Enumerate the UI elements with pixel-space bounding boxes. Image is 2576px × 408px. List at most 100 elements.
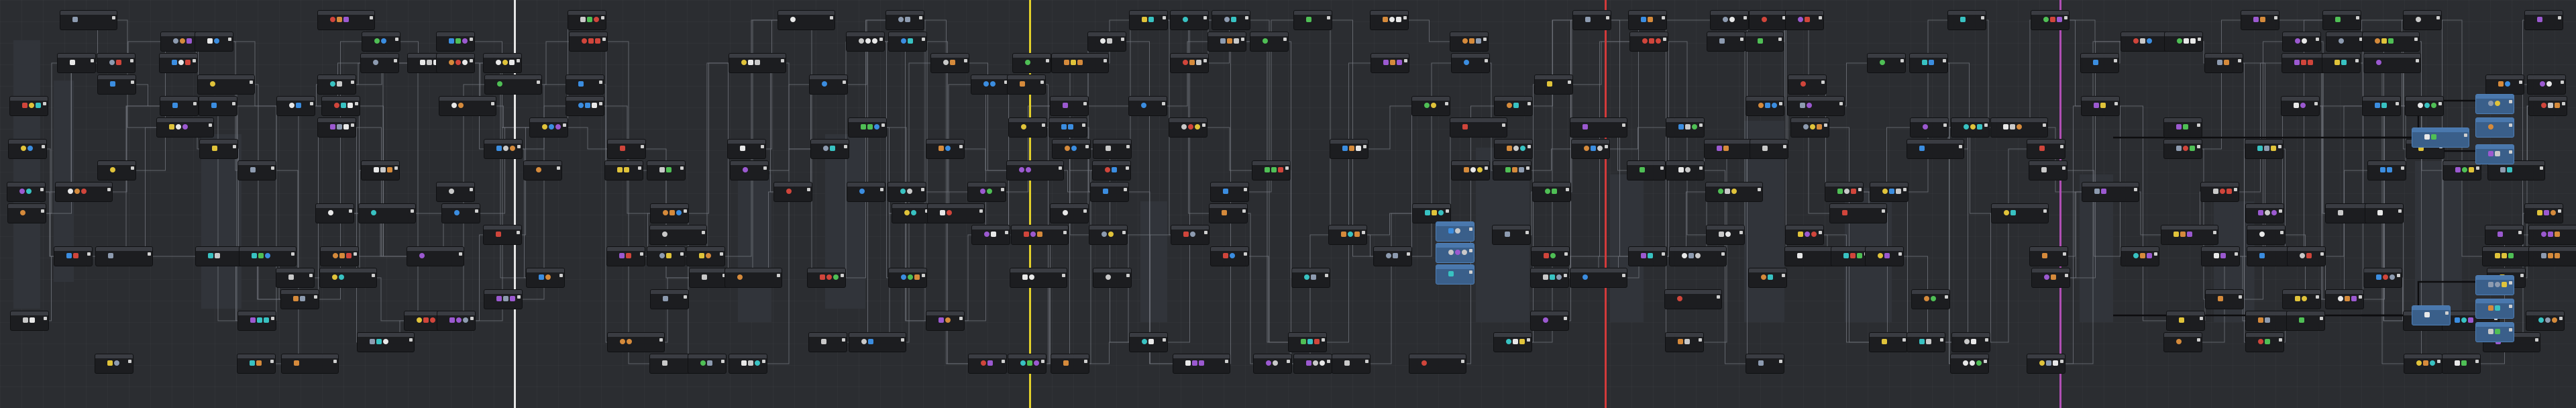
- tech-node[interactable]: [2325, 289, 2364, 309]
- tech-node[interactable]: [926, 311, 965, 331]
- tech-node[interactable]: [1411, 96, 1450, 116]
- tech-node[interactable]: [2442, 354, 2481, 374]
- tech-node[interactable]: [1051, 53, 1109, 73]
- tech-node[interactable]: [1093, 268, 1132, 288]
- tech-node[interactable]: [237, 354, 276, 374]
- tech-node[interactable]: [1785, 225, 1824, 245]
- tech-node[interactable]: [1092, 160, 1131, 181]
- tech-node[interactable]: [1050, 96, 1089, 116]
- tech-node[interactable]: [2475, 275, 2514, 295]
- tech-node[interactable]: [2362, 32, 2420, 52]
- tech-node[interactable]: [362, 32, 400, 52]
- tech-node[interactable]: [361, 160, 400, 181]
- tech-node[interactable]: [1288, 332, 1327, 352]
- tech-node[interactable]: [2245, 139, 2284, 159]
- tech-node[interactable]: [1051, 354, 1089, 374]
- tech-node[interactable]: [1010, 268, 1067, 288]
- tech-node[interactable]: [647, 246, 686, 266]
- tech-node[interactable]: [321, 96, 360, 116]
- tech-node[interactable]: [2080, 53, 2119, 73]
- tech-node[interactable]: [199, 96, 237, 116]
- tech-node[interactable]: [1785, 10, 1824, 30]
- tech-node[interactable]: [1436, 264, 1474, 285]
- tech-node[interactable]: [2166, 311, 2205, 331]
- tech-node[interactable]: [2326, 32, 2365, 52]
- tech-node[interactable]: [566, 96, 604, 116]
- tech-node[interactable]: [2485, 225, 2524, 245]
- tech-node[interactable]: [2027, 139, 2065, 159]
- tech-node[interactable]: [2475, 322, 2514, 342]
- tech-node[interactable]: [319, 268, 377, 288]
- tech-node[interactable]: [1128, 96, 1167, 116]
- tech-node[interactable]: [484, 289, 523, 309]
- tech-node[interactable]: [2526, 311, 2565, 331]
- tech-node[interactable]: [892, 203, 930, 223]
- tech-node[interactable]: [1665, 332, 1704, 352]
- tech-node[interactable]: [1570, 117, 1627, 138]
- tech-node[interactable]: [2245, 203, 2284, 223]
- tech-node[interactable]: [808, 332, 847, 352]
- tech-node[interactable]: [97, 74, 136, 95]
- tech-node[interactable]: [1947, 10, 1986, 30]
- tech-node[interactable]: [437, 311, 476, 331]
- tech-node[interactable]: [2031, 10, 2070, 30]
- tech-node[interactable]: [1129, 332, 1168, 352]
- tech-node[interactable]: [1436, 221, 1474, 242]
- tech-node[interactable]: [156, 117, 214, 138]
- tech-node[interactable]: [888, 32, 927, 52]
- tech-node[interactable]: [606, 246, 645, 266]
- tech-node[interactable]: [320, 246, 359, 266]
- tech-node[interactable]: [483, 53, 522, 73]
- tech-node[interactable]: [1628, 246, 1667, 266]
- tech-node[interactable]: [847, 182, 885, 202]
- tech-node[interactable]: [971, 74, 1010, 95]
- tech-node[interactable]: [1865, 246, 1904, 266]
- tech-node[interactable]: [1790, 117, 1829, 138]
- tech-node[interactable]: [1664, 289, 1722, 309]
- tech-node[interactable]: [2161, 225, 2218, 245]
- tech-node[interactable]: [1093, 139, 1132, 159]
- tech-node[interactable]: [1749, 10, 1788, 30]
- tech-node[interactable]: [1171, 225, 1210, 245]
- tech-node[interactable]: [1707, 32, 1746, 52]
- tech-node[interactable]: [7, 182, 46, 202]
- tech-node[interactable]: [650, 203, 689, 223]
- tech-node[interactable]: [888, 182, 926, 202]
- tech-node[interactable]: [2201, 246, 2240, 266]
- tech-node[interactable]: [436, 53, 475, 73]
- tech-node[interactable]: [1666, 117, 1705, 138]
- tech-node[interactable]: [95, 246, 153, 266]
- tech-node[interactable]: [2475, 94, 2514, 114]
- tech-node[interactable]: [1991, 203, 2049, 223]
- tech-node[interactable]: [441, 203, 480, 223]
- tech-node[interactable]: [1210, 182, 1249, 202]
- tech-node[interactable]: [1494, 139, 1533, 159]
- tech-node[interactable]: [604, 160, 643, 181]
- tech-node[interactable]: [317, 10, 375, 30]
- tech-node[interactable]: [888, 268, 927, 288]
- tech-node[interactable]: [686, 246, 725, 266]
- tech-node[interactable]: [1745, 32, 1784, 52]
- tech-node[interactable]: [1951, 117, 1990, 138]
- tech-node[interactable]: [1450, 32, 1489, 52]
- tech-node[interactable]: [1494, 96, 1533, 116]
- tech-node[interactable]: [281, 354, 339, 374]
- tech-node[interactable]: [2082, 182, 2139, 202]
- tech-node[interactable]: [57, 53, 96, 73]
- tech-node[interactable]: [317, 117, 356, 138]
- tech-node[interactable]: [1370, 10, 1409, 30]
- tech-node[interactable]: [1572, 10, 1611, 30]
- tech-node[interactable]: [315, 203, 354, 223]
- tech-node[interactable]: [2200, 182, 2239, 202]
- tech-node[interactable]: [2204, 53, 2243, 73]
- tech-node[interactable]: [436, 182, 475, 202]
- tech-node[interactable]: [1328, 225, 1367, 245]
- tech-node[interactable]: [1089, 225, 1128, 245]
- tech-node[interactable]: [484, 139, 523, 159]
- tech-node[interactable]: [1412, 203, 1451, 223]
- tech-node[interactable]: [688, 354, 727, 374]
- tech-node[interactable]: [2403, 10, 2442, 30]
- tech-node[interactable]: [1530, 311, 1569, 331]
- tech-node[interactable]: [237, 160, 276, 181]
- tech-node[interactable]: [1746, 354, 1784, 374]
